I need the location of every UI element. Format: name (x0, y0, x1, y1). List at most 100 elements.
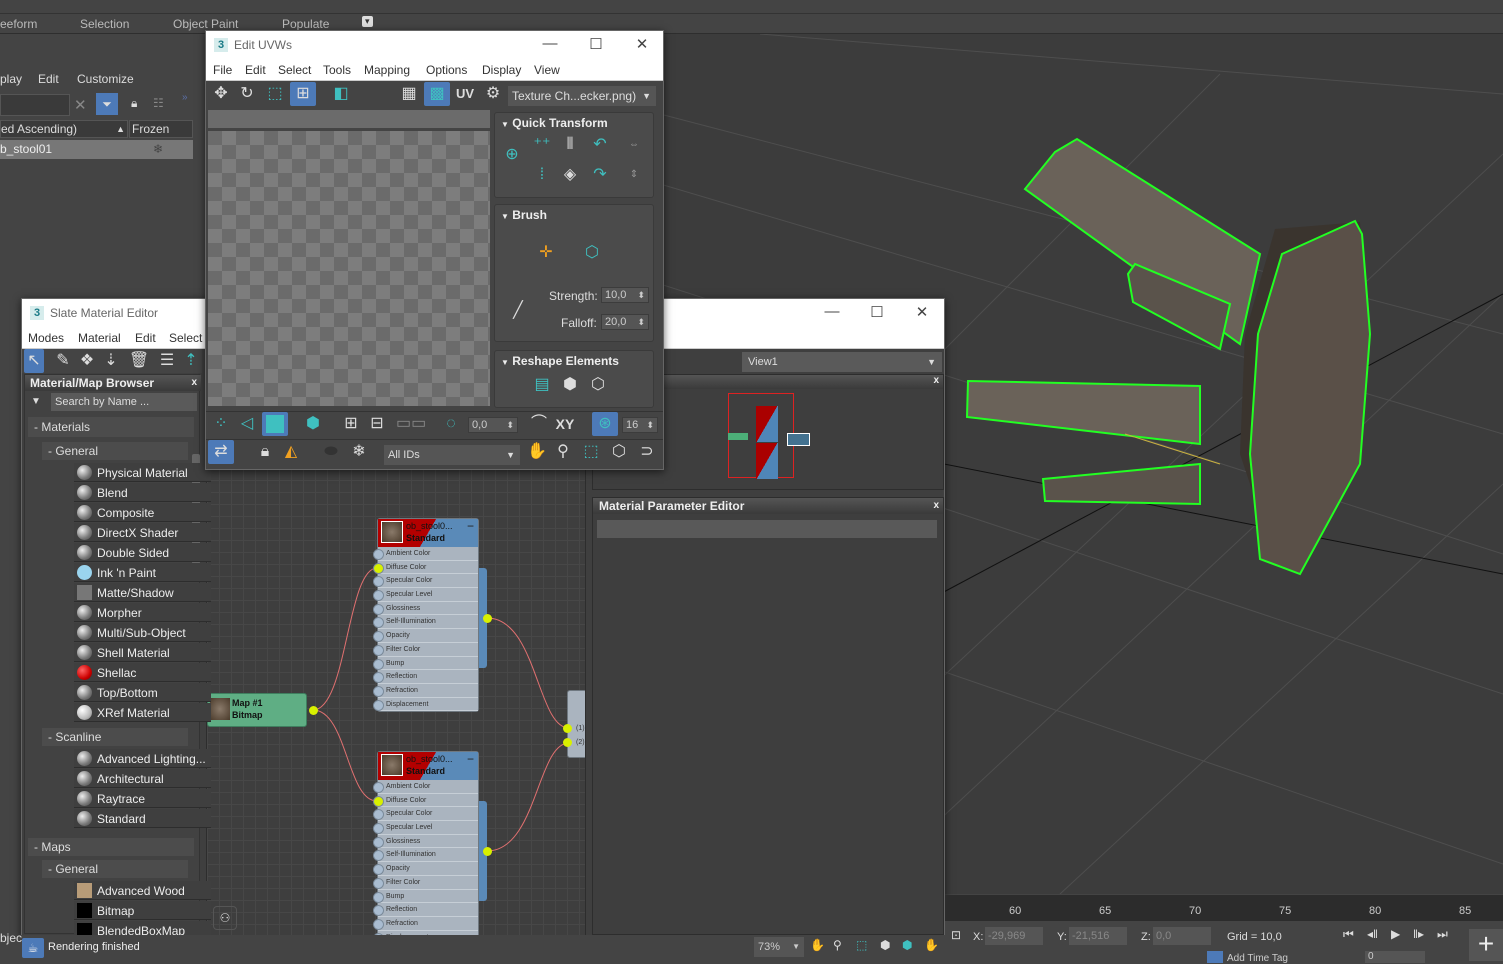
rotate-ccw-icon[interactable]: ↶ (587, 133, 613, 157)
uvw-menu-view[interactable]: View (534, 63, 560, 77)
browser-item[interactable]: Advanced Lighting... (74, 749, 211, 768)
browser-item[interactable]: Shell Material (74, 643, 211, 662)
close-panel-icon[interactable]: x (933, 375, 939, 386)
slate-menu-material[interactable]: Material (78, 331, 121, 345)
scene-search-input[interactable] (0, 94, 70, 116)
quick-transform-title[interactable]: ▼ Quick Transform (501, 116, 608, 130)
snap-icon[interactable]: ⊃ (634, 440, 660, 464)
scene-menu-display[interactable]: play (0, 72, 22, 86)
filter-icon[interactable]: ⏷ (96, 93, 118, 115)
input-slot[interactable]: Reflection (373, 670, 478, 684)
ribbon-tab-freeform[interactable]: eeform (0, 17, 37, 31)
loop-icon[interactable]: ▭▭ (396, 412, 426, 436)
group-scanline[interactable]: - Scanline (42, 728, 188, 746)
grid-snap-icon[interactable]: ⊛ (592, 412, 618, 436)
ribbon-tab-selection[interactable]: Selection (80, 17, 129, 31)
scene-menu-edit[interactable]: Edit (38, 72, 59, 86)
unfold-icon[interactable]: ⬢ (557, 373, 583, 397)
y-coordinate-field[interactable]: -21,516 (1069, 927, 1127, 945)
input-slot[interactable]: Ambient Color (373, 780, 478, 794)
browser-item[interactable]: Advanced Wood (74, 881, 211, 900)
close-button[interactable]: ✕ (632, 35, 652, 53)
show-map-icon[interactable]: ▩ (424, 82, 450, 106)
shrink-selection-icon[interactable]: ⊟ (364, 412, 390, 436)
input-slot[interactable]: Diffuse Color (373, 794, 478, 808)
browser-item[interactable]: Bitmap (74, 901, 211, 920)
select-tool-icon[interactable]: ↖ (24, 349, 44, 373)
rotate-cw-icon[interactable]: ↷ (587, 163, 613, 187)
mirror-icon[interactable]: ◧ (328, 82, 354, 106)
browser-item[interactable]: Architectural (74, 769, 211, 788)
grow-selection-icon[interactable]: ⊞ (338, 412, 364, 436)
child-layout-icon[interactable]: ⇡ (178, 349, 204, 373)
key-mode-icon[interactable]: + (1469, 929, 1503, 961)
clear-icon[interactable]: ✕ (74, 96, 87, 114)
input-slot[interactable]: Self-Illumination (373, 615, 478, 630)
timeline-ruler[interactable]: 60 65 70 75 80 85 (945, 895, 1503, 921)
texture-dropdown[interactable]: Texture Ch...ecker.png) ▼ (508, 86, 656, 106)
hierarchy-icon[interactable]: ☷ (153, 96, 164, 110)
material-library-icon[interactable]: ❖ (74, 349, 100, 373)
scene-row[interactable]: b_stool01 ❄ (0, 140, 193, 159)
group-materials[interactable]: - Materials (28, 417, 194, 437)
z-coordinate-field[interactable]: 0,0 (1153, 927, 1211, 945)
close-panel-icon[interactable]: x (191, 375, 197, 391)
column-header-name[interactable]: ed Ascending) (1, 122, 77, 136)
vertex-mode-icon[interactable]: ⁘ (208, 412, 234, 436)
zoom-region-icon[interactable]: ⬚ (578, 440, 604, 464)
pan-icon[interactable]: ✋ (524, 440, 550, 464)
browser-item[interactable]: XRef Material (74, 703, 211, 722)
close-panel-icon[interactable]: x (933, 498, 939, 514)
uv-toggle[interactable]: UV (452, 82, 478, 106)
browser-item[interactable]: DirectX Shader (74, 523, 211, 542)
browser-item[interactable]: Multi/Sub-Object (74, 623, 211, 642)
collapse-icon[interactable]: − (467, 752, 474, 766)
input-slot[interactable]: Glossiness (373, 602, 478, 616)
material-id-dropdown[interactable]: All IDs ▼ (384, 445, 520, 465)
flatten-icon[interactable]: ⬡ (585, 373, 611, 397)
input-slot[interactable]: Ambient Color (373, 547, 478, 561)
node-zoom-dropdown[interactable]: 73% ▼ (754, 937, 804, 957)
play-icon[interactable]: ▶ (1391, 927, 1400, 941)
freeform-icon[interactable]: ⊞ (290, 82, 316, 106)
uvw-menu-file[interactable]: File (213, 63, 232, 77)
add-time-tag[interactable]: Add Time Tag (1227, 953, 1288, 964)
zoom-icon[interactable]: ⚲ (550, 440, 576, 464)
group-maps-general[interactable]: - General (42, 860, 188, 878)
input-socket[interactable] (563, 738, 572, 747)
freeze-icon[interactable]: ❄ (346, 440, 372, 464)
uvw-menu-edit[interactable]: Edit (245, 63, 266, 77)
output-socket[interactable] (483, 614, 492, 623)
render-status-icon[interactable]: ☕︎ (22, 938, 44, 958)
bitmap-node[interactable]: Map #1 Bitmap (207, 693, 307, 727)
hide-icon[interactable]: ◭ (278, 440, 304, 464)
checker-icon[interactable]: ▦ (396, 82, 422, 106)
input-slot[interactable]: Filter Color (373, 876, 478, 890)
input-slot[interactable]: Specular Color (373, 574, 478, 589)
falloff-curve-icon[interactable]: ⌒ (526, 412, 552, 436)
pan-mode-icon[interactable]: ✋ (924, 938, 939, 952)
move-icon[interactable]: ✥ (208, 82, 234, 106)
lock-icon[interactable]: 🔒︎ (131, 96, 137, 111)
browser-item[interactable]: Matte/Shadow (74, 583, 211, 602)
soft-select-spinner[interactable]: 0,0 (468, 417, 518, 433)
browser-item[interactable]: Raytrace (74, 789, 211, 808)
zoom-extents-view-icon[interactable]: ⬢ (880, 938, 890, 952)
slate-menu-modes[interactable]: Modes (28, 331, 64, 345)
xy-toggle[interactable]: XY (552, 412, 578, 436)
ribbon-options-icon[interactable]: ▾ (362, 16, 373, 27)
pivot-icon[interactable]: ⊕ (499, 143, 525, 167)
browser-item[interactable]: Standard (74, 809, 211, 828)
browser-search-input[interactable]: Search by Name ... (51, 393, 197, 411)
group-maps[interactable]: - Maps (28, 838, 194, 856)
input-slot[interactable]: Bump (373, 890, 478, 904)
pan-options-icon[interactable]: ⇄ (208, 440, 234, 464)
browser-item[interactable]: Physical Material (74, 463, 211, 482)
browser-item[interactable]: Top/Bottom (74, 683, 211, 702)
input-slot[interactable]: Displacement (373, 698, 478, 712)
falloff-type-icon[interactable]: ╱ (505, 299, 531, 323)
slate-menu-edit[interactable]: Edit (135, 331, 156, 345)
column-header-frozen[interactable]: Frozen (129, 120, 193, 138)
zoom-extents-selected-icon[interactable]: ⬢ (902, 938, 912, 952)
input-slot[interactable]: Self-Illumination (373, 848, 478, 863)
